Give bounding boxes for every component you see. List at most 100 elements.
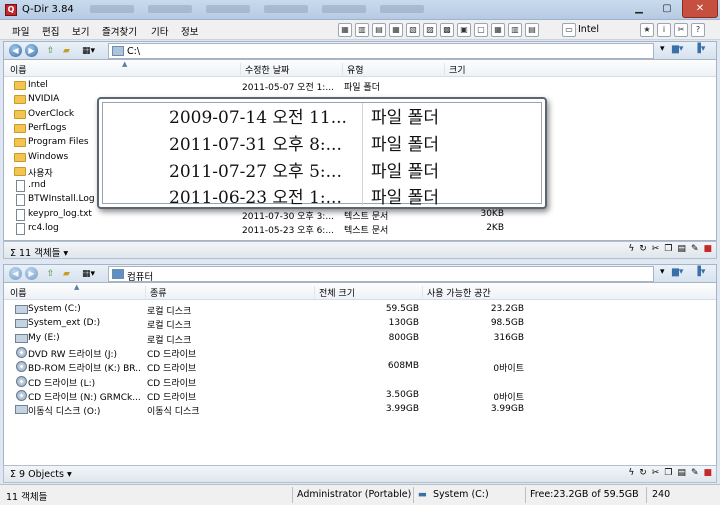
table-row[interactable]: 이동식 디스크 (O:) 이동식 디스크 3.99GB 3.99GB	[4, 403, 716, 417]
table-row[interactable]: DVD RW 드라이브 (J:) CD 드라이브	[4, 346, 716, 360]
up-icon[interactable]: ⇧	[44, 45, 57, 57]
lightning-icon[interactable]: ϟ	[628, 244, 634, 254]
layout-3-icon[interactable]: ▤	[372, 23, 386, 37]
paste-icon[interactable]: ▤	[677, 244, 686, 254]
menu-info[interactable]: 정보	[181, 24, 198, 38]
col-kind[interactable]: 종류	[145, 286, 167, 299]
edit-icon[interactable]: ✎	[691, 468, 699, 478]
forward-icon[interactable]: ▶	[25, 44, 38, 57]
top-status-line: Σ 11 객체들 ▾ ϟ ↻ ✂ ❐ ▤ ✎ ■	[3, 241, 717, 259]
folder-icon	[14, 95, 26, 105]
cut-icon[interactable]: ✂	[652, 468, 660, 478]
col-total-size[interactable]: 전체 크기	[314, 286, 355, 299]
col-name[interactable]: 이름	[6, 286, 27, 299]
col-name[interactable]: 이름	[6, 63, 27, 76]
col-size[interactable]: 크기	[444, 63, 466, 76]
menu-edit[interactable]: 편집	[42, 24, 59, 38]
layout-9-icon[interactable]: ▢	[474, 23, 488, 37]
table-row[interactable]: CD 드라이브 (L:) CD 드라이브	[4, 375, 716, 389]
copy-icon[interactable]: ❐	[664, 468, 672, 478]
cell-kind: CD 드라이브	[147, 349, 197, 360]
tooltip-date: 2011-07-27 오후 5:...	[169, 162, 342, 182]
sort-ascending-icon: ▲	[74, 283, 80, 291]
tooltip-date: 2011-07-31 오후 8:...	[169, 135, 342, 155]
edit-icon[interactable]: ✎	[691, 244, 699, 254]
top-layout-icon[interactable]: ▐▾	[694, 44, 705, 54]
layout-1-icon[interactable]: ▦	[338, 23, 352, 37]
top-address-field[interactable]: C:\	[108, 43, 654, 59]
drive-icon[interactable]: ▭	[562, 23, 576, 37]
up-icon[interactable]: ⇧	[44, 268, 57, 280]
quick-folder-intel[interactable]: Intel	[578, 24, 599, 35]
folder-options-icon[interactable]: ▰	[60, 268, 73, 280]
paste-icon[interactable]: ▤	[677, 468, 686, 478]
cell-total: 3.99GB	[385, 404, 419, 415]
table-row[interactable]: keypro_log.txt 2011-07-30 오후 3:... 텍스트 문서 3…	[4, 208, 716, 222]
refresh-icon[interactable]: ↻	[639, 468, 647, 478]
bottom-address-field[interactable]: 컴퓨터	[108, 266, 654, 283]
table-row[interactable]: rc4.log 2011-05-23 오후 6:... 텍스트 문서 2KB	[4, 222, 716, 236]
view-mode-icon[interactable]: ▦▾	[82, 268, 95, 280]
delete-icon[interactable]: ■	[703, 244, 712, 254]
favorite-icon[interactable]: ★	[640, 23, 654, 37]
layout-8-icon[interactable]: ▣	[457, 23, 471, 37]
maximize-button[interactable]: ▢	[654, 0, 680, 18]
cell-name: System (C:)	[28, 304, 81, 314]
cell-total: 130GB	[388, 318, 419, 329]
view-mode-icon[interactable]: ▦▾	[82, 45, 95, 57]
layout-12-icon[interactable]: ▤	[525, 23, 539, 37]
help-icon[interactable]: ?	[691, 23, 705, 37]
folder-options-icon[interactable]: ▰	[60, 45, 73, 57]
bottom-layout-icon[interactable]: ▐▾	[694, 267, 705, 277]
drive-icon: ▬	[418, 489, 427, 500]
forward-icon[interactable]: ▶	[25, 267, 38, 280]
cut-icon[interactable]: ✂	[652, 244, 660, 254]
back-icon[interactable]: ◀	[9, 267, 22, 280]
table-row[interactable]: My (E:) 로컬 디스크 800GB 316GB	[4, 332, 716, 346]
top-history-dropdown-icon[interactable]: ▾	[660, 44, 665, 54]
cell-size: 30KB	[480, 208, 504, 219]
table-row[interactable]: Intel 2011-05-07 오전 1:... 파일 폴더	[4, 79, 716, 93]
file-icon	[16, 223, 25, 235]
table-row[interactable]: System_ext (D:) 로컬 디스크 130GB 98.5GB	[4, 317, 716, 331]
menu-extras[interactable]: 기타	[151, 24, 168, 38]
cell-total: 59.5GB	[385, 304, 419, 314]
copy-icon[interactable]: ❐	[664, 244, 672, 254]
cell-free: 316GB	[493, 332, 524, 343]
info-icon[interactable]: i	[657, 23, 671, 37]
layout-2-icon[interactable]: ▥	[355, 23, 369, 37]
cell-modified: 2011-05-07 오전 1:...	[242, 83, 334, 93]
top-view-icon[interactable]: ▆▾	[672, 44, 683, 54]
refresh-icon[interactable]: ↻	[639, 244, 647, 254]
close-button[interactable]: ✕	[682, 0, 718, 18]
layout-10-icon[interactable]: ▦	[491, 23, 505, 37]
layout-7-icon[interactable]: ▩	[440, 23, 454, 37]
tooltip-type: 파일 폴더	[371, 162, 439, 182]
sort-ascending-icon: ▲	[122, 60, 128, 68]
col-modified[interactable]: 수정한 날짜	[240, 63, 289, 76]
col-type[interactable]: 유형	[342, 63, 364, 76]
col-free-space[interactable]: 사용 가능한 공간	[422, 286, 491, 299]
back-icon[interactable]: ◀	[9, 44, 22, 57]
layout-4-icon[interactable]: ▦	[389, 23, 403, 37]
menu-favorites[interactable]: 즐겨찾기	[102, 24, 137, 38]
delete-icon[interactable]: ■	[703, 468, 712, 478]
layout-5-icon[interactable]: ▧	[406, 23, 420, 37]
table-row[interactable]: BD-ROM 드라이브 (K:) BR... CD 드라이브 608MB 0바이트	[4, 360, 716, 374]
cell-name: My (E:)	[28, 332, 60, 343]
layout-11-icon[interactable]: ▥	[508, 23, 522, 37]
tools-icon[interactable]: ✂	[674, 23, 688, 37]
cell-free: 0바이트	[493, 364, 524, 375]
table-row[interactable]: System (C:) 로컬 디스크 59.5GB 23.2GB	[4, 303, 716, 317]
bottom-history-dropdown-icon[interactable]: ▾	[660, 267, 665, 277]
menu-file[interactable]: 파일	[12, 24, 29, 38]
tooltip-row: 2011-06-23 오전 1:... 파일 폴더	[103, 183, 543, 209]
cell-type: 파일 폴더	[344, 83, 380, 93]
menu-view[interactable]: 보기	[72, 24, 89, 38]
lightning-icon[interactable]: ϟ	[628, 468, 634, 478]
table-row[interactable]: CD 드라이브 (N:) GRMCk... CD 드라이브 3.50GB 0바이트	[4, 389, 716, 403]
file-icon	[16, 194, 25, 207]
layout-6-icon[interactable]: ▨	[423, 23, 437, 37]
minimize-button[interactable]: ▁	[626, 0, 652, 18]
bottom-view-icon[interactable]: ▆▾	[672, 267, 683, 277]
